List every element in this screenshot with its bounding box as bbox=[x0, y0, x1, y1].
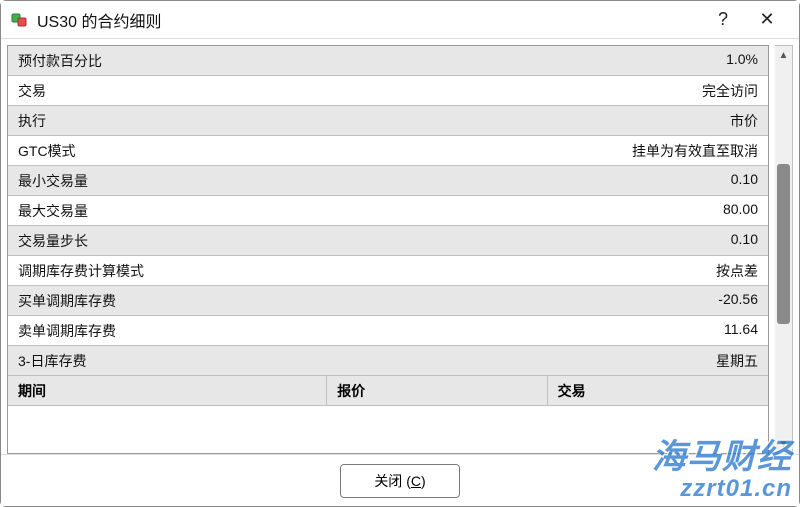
property-value: 11.64 bbox=[403, 316, 768, 345]
close-button[interactable]: 关闭 (C) bbox=[340, 464, 460, 498]
property-row: 交易 完全访问 bbox=[8, 76, 768, 106]
property-label: 执行 bbox=[8, 106, 403, 135]
property-row: 执行 市价 bbox=[8, 106, 768, 136]
property-value: 0.10 bbox=[403, 166, 768, 195]
property-row: GTC模式 挂单为有效直至取消 bbox=[8, 136, 768, 166]
property-row: 调期库存费计算模式 按点差 bbox=[8, 256, 768, 286]
window-title: US30 的合约细则 bbox=[37, 8, 161, 32]
scrollbar-thumb[interactable] bbox=[777, 164, 790, 324]
vertical-scrollbar[interactable]: ▲ ▼ bbox=[775, 45, 793, 454]
sessions-header-row: 期间 报价 交易 bbox=[8, 376, 768, 406]
property-value: 完全访问 bbox=[403, 76, 768, 105]
close-icon: ✕ bbox=[759, 9, 774, 30]
property-label: 买单调期库存费 bbox=[8, 286, 403, 315]
column-header-quote[interactable]: 报价 bbox=[327, 376, 547, 405]
window-close-button[interactable]: ✕ bbox=[745, 2, 789, 38]
close-button-prefix: 关闭 ( bbox=[374, 473, 411, 489]
property-value: -20.56 bbox=[403, 286, 768, 315]
property-label: 调期库存费计算模式 bbox=[8, 256, 403, 285]
close-button-suffix: ) bbox=[421, 473, 426, 489]
titlebar: US30 的合约细则 ? ✕ bbox=[1, 1, 799, 39]
property-value: 市价 bbox=[403, 106, 768, 135]
property-row: 预付款百分比 1.0% bbox=[8, 46, 768, 76]
grid-body: 预付款百分比 1.0% 交易 完全访问 执行 市价 GTC模式 挂单为有效直至取… bbox=[8, 46, 768, 406]
property-value: 1.0% bbox=[403, 46, 768, 75]
content-area: 预付款百分比 1.0% 交易 完全访问 执行 市价 GTC模式 挂单为有效直至取… bbox=[1, 39, 799, 454]
property-label: 交易量步长 bbox=[8, 226, 403, 255]
properties-grid: 预付款百分比 1.0% 交易 完全访问 执行 市价 GTC模式 挂单为有效直至取… bbox=[7, 45, 769, 454]
property-row: 买单调期库存费 -20.56 bbox=[8, 286, 768, 316]
scrollbar-track[interactable] bbox=[775, 64, 792, 435]
property-label: 最大交易量 bbox=[8, 196, 403, 225]
property-row: 最大交易量 80.00 bbox=[8, 196, 768, 226]
property-value: 按点差 bbox=[403, 256, 768, 285]
column-header-period[interactable]: 期间 bbox=[8, 376, 327, 405]
property-label: GTC模式 bbox=[8, 136, 403, 165]
property-row: 3-日库存费 星期五 bbox=[8, 346, 768, 376]
property-row: 交易量步长 0.10 bbox=[8, 226, 768, 256]
close-button-hotkey: C bbox=[411, 473, 421, 489]
property-value: 挂单为有效直至取消 bbox=[403, 136, 768, 165]
help-icon: ? bbox=[718, 9, 728, 30]
property-row: 最小交易量 0.10 bbox=[8, 166, 768, 196]
scroll-up-arrow-icon[interactable]: ▲ bbox=[775, 46, 792, 64]
property-label: 预付款百分比 bbox=[8, 46, 403, 75]
property-row: 卖单调期库存费 11.64 bbox=[8, 316, 768, 346]
property-value: 80.00 bbox=[403, 196, 768, 225]
dialog-window: US30 的合约细则 ? ✕ 预付款百分比 1.0% 交易 完全访问 执行 市价 bbox=[0, 0, 800, 507]
property-label: 卖单调期库存费 bbox=[8, 316, 403, 345]
property-label: 3-日库存费 bbox=[8, 346, 403, 375]
scroll-down-arrow-icon[interactable]: ▼ bbox=[775, 435, 792, 453]
property-label: 最小交易量 bbox=[8, 166, 403, 195]
property-value: 0.10 bbox=[403, 226, 768, 255]
app-icon bbox=[11, 11, 29, 29]
property-label: 交易 bbox=[8, 76, 403, 105]
help-button[interactable]: ? bbox=[701, 2, 745, 38]
column-header-trade[interactable]: 交易 bbox=[548, 376, 768, 405]
property-value: 星期五 bbox=[403, 346, 768, 375]
dialog-footer: 关闭 (C) bbox=[1, 454, 799, 506]
